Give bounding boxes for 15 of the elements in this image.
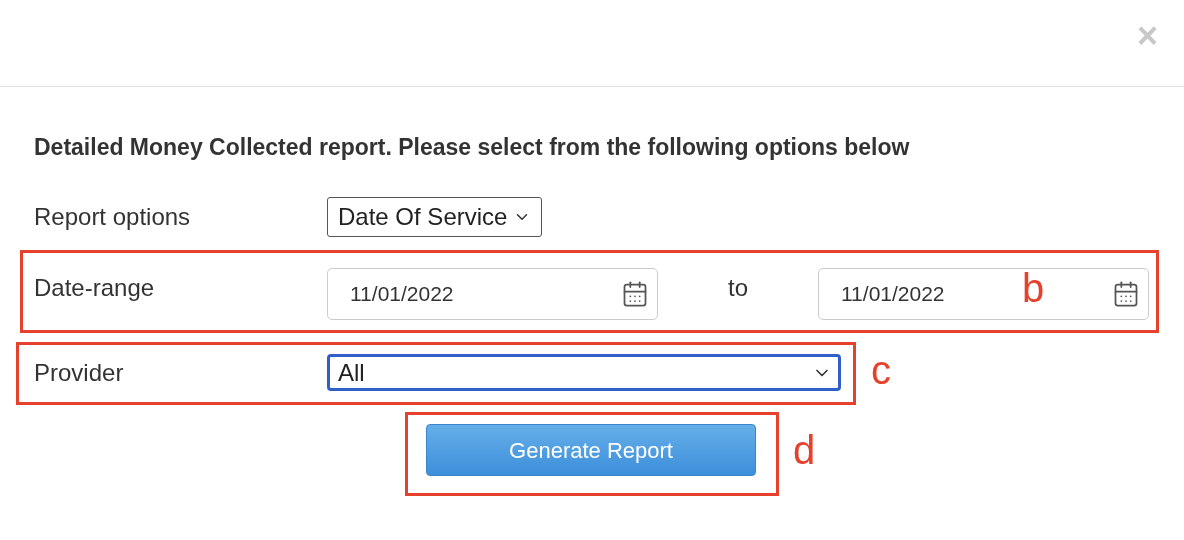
- annotation-letter: b: [1022, 268, 1045, 308]
- annotation-letter: c: [871, 350, 891, 390]
- field-label: Provider: [34, 357, 125, 388]
- date-value: 11/01/2022: [841, 281, 945, 308]
- date-value: 11/01/2022: [350, 281, 454, 308]
- provider-select[interactable]: All: [327, 354, 841, 391]
- date-field[interactable]: 11/01/2022: [327, 268, 658, 320]
- field-label: Report options: [34, 202, 192, 232]
- calendar-icon: [621, 280, 649, 308]
- dialog-heading: Detailed Money Collected report. Please select from the following options below: [34, 133, 911, 161]
- annotation-letter: d: [793, 430, 816, 470]
- field-label: Date-range: [34, 273, 156, 303]
- report-options-select[interactable]: Date Of Service: [327, 197, 543, 237]
- calendar-icon: [1112, 280, 1140, 308]
- range-separator: to: [727, 273, 749, 303]
